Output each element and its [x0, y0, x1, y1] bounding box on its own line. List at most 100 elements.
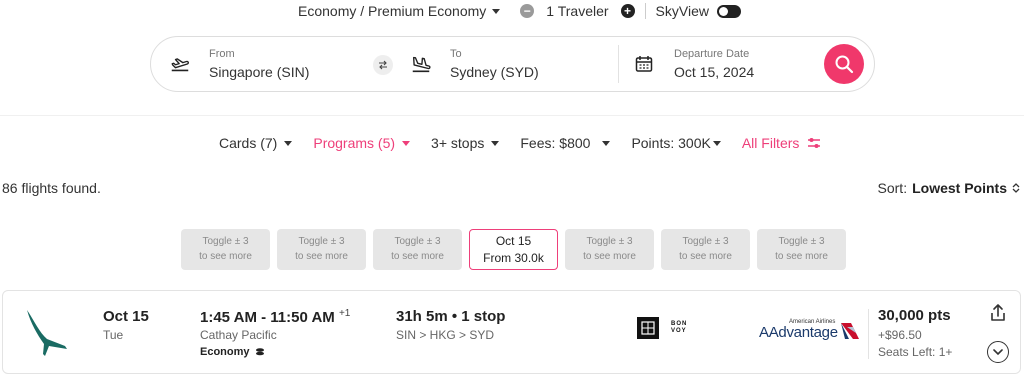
date-card-line2: to see more: [199, 251, 252, 262]
marriott-bonvoy-logo: BON VOY: [637, 317, 691, 339]
sort-arrows-icon: [1012, 183, 1020, 193]
results-count: 86 flights found.: [2, 180, 101, 196]
divider: [644, 3, 646, 19]
plane-takeoff-icon: [171, 58, 190, 72]
chevron-down-icon: [602, 140, 611, 146]
travelers-count: 1 Traveler: [546, 3, 609, 19]
calendar-icon: [635, 56, 653, 72]
search-options-bar: Economy / Premium Economy − 1 Traveler +…: [298, 0, 741, 22]
sort-label: Sort:: [877, 180, 908, 196]
flight-duration: 31h 5m • 1 stop: [396, 308, 506, 325]
bonvoy-square-icon: [637, 317, 659, 339]
date-card[interactable]: Toggle ± 3 to see more: [757, 229, 846, 270]
search-icon: [835, 55, 854, 74]
search-button[interactable]: [824, 44, 864, 84]
cabin-class-dropdown[interactable]: Economy / Premium Economy: [298, 3, 501, 19]
chevron-down-icon: [993, 348, 1003, 355]
date-card-line1: Toggle ± 3: [586, 236, 633, 247]
aadvantage-text: AAdvantage: [759, 324, 838, 341]
date-card-price: From 30.0k: [483, 251, 544, 265]
origin-value: Singapore (SIN): [209, 64, 310, 80]
chevron-down-icon: [402, 140, 411, 146]
flight-route: SIN > HKG > SYD: [396, 328, 495, 342]
cathay-pacific-logo-icon: [27, 310, 67, 356]
increase-travelers-button[interactable]: +: [620, 4, 635, 18]
airline-name: Cathay Pacific: [200, 328, 277, 342]
flight-day: Tue: [103, 328, 124, 342]
cabin-class: Economy: [200, 346, 265, 358]
chevron-down-icon: [712, 140, 721, 146]
price-divider: [868, 309, 869, 359]
field-divider: [618, 45, 619, 83]
section-divider: [0, 115, 1024, 116]
filter-stops[interactable]: 3+ stops: [431, 135, 500, 151]
destination-label: To: [450, 48, 462, 60]
cash-fees: +$96.50: [878, 328, 922, 342]
date-card-line1: Toggle ± 3: [682, 236, 729, 247]
filter-fees[interactable]: Fees: $800: [520, 135, 611, 151]
share-icon[interactable]: [988, 303, 1008, 323]
date-card-line2: to see more: [295, 251, 348, 262]
date-card-line2: to see more: [391, 251, 444, 262]
american-airlines-eagle-icon: [841, 323, 859, 339]
bonvoy-mark-icon: [641, 321, 655, 335]
flight-search-form: From Singapore (SIN) To Sydney (SYD) Dep…: [150, 36, 875, 92]
skyview-toggle[interactable]: [716, 4, 741, 18]
date-card-line2: to see more: [775, 251, 828, 262]
filter-points-label: Points: 300K: [631, 135, 711, 151]
filter-cards[interactable]: Cards (7): [219, 135, 293, 151]
filter-bar: Cards (7) Programs (5) 3+ stops Fees: $8…: [219, 134, 821, 152]
chevron-down-icon: [492, 8, 501, 14]
chevron-down-icon: [491, 140, 500, 146]
points-price: 30,000 pts: [878, 307, 951, 324]
bonvoy-wordmark: BON VOY: [671, 321, 688, 334]
skyview-label: SkyView: [655, 3, 709, 19]
date-card-selected[interactable]: Oct 15 From 30.0k: [469, 229, 558, 270]
day-offset: +1: [338, 308, 351, 319]
date-selector: Toggle ± 3 to see more Toggle ± 3 to see…: [181, 229, 846, 270]
date-card-line1: Toggle ± 3: [298, 236, 345, 247]
destination-field[interactable]: To Sydney (SYD): [396, 37, 616, 91]
sort-value: Lowest Points: [912, 180, 1007, 196]
toggle-knob: [718, 6, 728, 16]
seat-stack-icon: [255, 348, 264, 356]
date-card[interactable]: Toggle ± 3 to see more: [661, 229, 750, 270]
plane-landing-icon: [412, 56, 431, 73]
cabin-class-label: Economy / Premium Economy: [298, 3, 487, 19]
date-card[interactable]: Toggle ± 3 to see more: [181, 229, 270, 270]
flight-times-text: 1:45 AM - 11:50 AM: [200, 309, 335, 326]
filter-fees-label: Fees: $800: [520, 135, 591, 151]
origin-field[interactable]: From Singapore (SIN): [151, 37, 381, 91]
date-card-line2: to see more: [679, 251, 732, 262]
expand-details-button[interactable]: [987, 341, 1009, 363]
destination-value: Sydney (SYD): [450, 64, 539, 80]
filter-stops-label: 3+ stops: [431, 135, 485, 151]
filter-programs[interactable]: Programs (5): [313, 135, 411, 151]
date-card-line2: to see more: [583, 251, 636, 262]
date-card[interactable]: Toggle ± 3 to see more: [373, 229, 462, 270]
filter-points[interactable]: Points: 300K: [631, 135, 721, 151]
filter-programs-label: Programs (5): [313, 135, 396, 151]
decrease-travelers-button[interactable]: −: [520, 4, 535, 18]
all-filters-button[interactable]: All Filters: [742, 135, 822, 151]
date-card-line1: Toggle ± 3: [202, 236, 249, 247]
swap-arrows-icon: [379, 60, 387, 70]
date-card-line1: Toggle ± 3: [778, 236, 825, 247]
date-card[interactable]: Toggle ± 3 to see more: [277, 229, 366, 270]
flight-times: 1:45 AM - 11:50 AM +1: [200, 308, 350, 326]
filter-cards-label: Cards (7): [219, 135, 278, 151]
departure-date-field[interactable]: Departure Date Oct 15, 2024: [621, 37, 821, 91]
departure-date-value: Oct 15, 2024: [674, 64, 755, 80]
departure-date-label: Departure Date: [674, 48, 750, 60]
swap-airports-button[interactable]: [373, 55, 393, 75]
all-filters-label: All Filters: [741, 135, 800, 151]
date-card-date: Oct 15: [495, 234, 532, 248]
chevron-down-icon: [284, 140, 293, 146]
flight-result-card[interactable]: Oct 15 Tue 1:45 AM - 11:50 AM +1 Cathay …: [2, 290, 1021, 374]
flight-date: Oct 15: [103, 308, 149, 325]
seats-left: Seats Left: 1+: [878, 345, 953, 359]
date-card-line1: Toggle ± 3: [394, 236, 441, 247]
sliders-icon: [808, 138, 821, 148]
sort-dropdown[interactable]: Sort: Lowest Points: [878, 180, 1020, 196]
date-card[interactable]: Toggle ± 3 to see more: [565, 229, 654, 270]
